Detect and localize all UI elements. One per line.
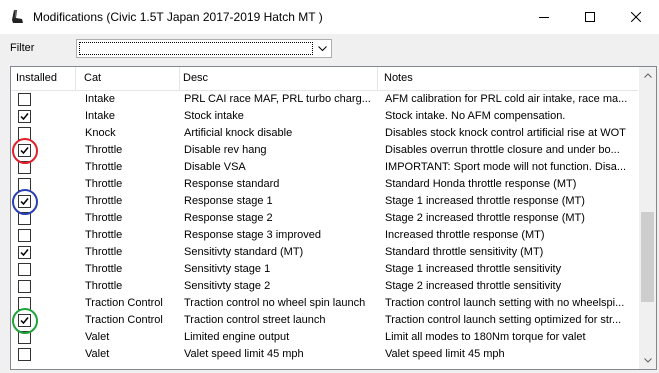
desc-cell: Valet speed limit 45 mph: [184, 348, 304, 360]
installed-checkbox[interactable]: [18, 280, 31, 293]
desc-cell: Traction control no wheel spin launch: [184, 297, 366, 309]
desc-cell: Response standard: [184, 178, 280, 190]
window-title: Modifications (Civic 1.5T Japan 2017-201…: [33, 10, 323, 24]
installed-checkbox[interactable]: [18, 348, 31, 361]
scroll-down-icon[interactable]: [639, 352, 656, 369]
checkmark-icon: [20, 113, 29, 121]
chevron-down-icon[interactable]: [314, 40, 331, 57]
desc-cell: Sensitivty stage 2: [184, 280, 271, 292]
column-header-desc[interactable]: Desc: [178, 67, 378, 90]
notes-cell: Stage 2 increased throttle sensitivity: [385, 280, 562, 292]
cat-cell: Traction Control: [85, 314, 163, 326]
table-row[interactable]: Valet Valet speed limit 45 mph Valet speed…: [11, 346, 638, 363]
desc-cell: Response stage 2: [184, 212, 273, 224]
cat-cell: Throttle: [85, 263, 123, 275]
checkmark-icon: [20, 249, 29, 257]
seat-icon: [8, 8, 26, 26]
desc-cell: Disable VSA: [184, 161, 246, 173]
vertical-scrollbar[interactable]: [639, 67, 656, 369]
table-row[interactable]: Throttle Response stage 2 Stage 2 increase…: [11, 210, 638, 227]
table-row[interactable]: Throttle Sensitivty stage 2 Stage 2 increa…: [11, 278, 638, 295]
notes-cell: Traction control launch setting optimize…: [385, 314, 622, 326]
notes-cell: Valet speed limit 45 mph: [385, 348, 505, 360]
desc-cell: Limited engine output: [184, 331, 290, 343]
notes-cell: Stock intake. No AFM compensation.: [385, 110, 566, 122]
desc-cell: Artificial knock disable: [184, 127, 293, 139]
desc-cell: Sensitivty standard (MT): [184, 246, 304, 258]
installed-checkbox[interactable]: [18, 263, 31, 276]
installed-checkbox[interactable]: [18, 93, 31, 106]
desc-cell: Traction control street launch: [184, 314, 326, 326]
close-button[interactable]: [613, 0, 659, 34]
maximize-button[interactable]: [567, 0, 613, 34]
column-header-cat[interactable]: Cat: [79, 67, 180, 90]
cat-cell: Throttle: [85, 178, 123, 190]
notes-cell: Limit all modes to 180Nm torque for vale…: [385, 331, 586, 343]
cat-cell: Throttle: [85, 280, 123, 292]
cat-cell: Intake: [85, 93, 115, 105]
desc-cell: Disable rev hang: [184, 144, 267, 156]
notes-cell: Increased throttle response (MT): [385, 229, 545, 241]
highlight-circle: [11, 307, 38, 334]
table-row[interactable]: Throttle Response stage 3 improved Increas…: [11, 227, 638, 244]
cat-cell: Throttle: [85, 229, 123, 241]
column-header-installed[interactable]: Installed: [11, 67, 76, 90]
table-row[interactable]: Traction Control Traction control no whee…: [11, 295, 638, 312]
filter-value: [79, 42, 313, 55]
table-row[interactable]: Valet Limited engine output Limit all mode…: [11, 329, 638, 346]
notes-cell: IMPORTANT: Sport mode will not function.…: [385, 161, 627, 173]
table-row[interactable]: Throttle Sensitivty standard (MT) Standard…: [11, 244, 638, 261]
notes-cell: Disables stock knock control artificial …: [385, 127, 626, 139]
table-row[interactable]: Throttle Response stage 1 Stage 1 increase…: [11, 193, 638, 210]
cat-cell: Knock: [85, 127, 116, 139]
table-row[interactable]: Throttle Response standard Standard Honda …: [11, 176, 638, 193]
notes-cell: AFM calibration for PRL cold air intake,…: [385, 93, 628, 105]
desc-cell: Stock intake: [184, 110, 244, 122]
desc-cell: Response stage 1: [184, 195, 273, 207]
notes-cell: Standard Honda throttle response (MT): [385, 178, 577, 190]
cat-cell: Intake: [85, 110, 115, 122]
cat-cell: Valet: [85, 348, 110, 360]
highlight-circle: [11, 188, 38, 215]
minimize-button[interactable]: [521, 0, 567, 34]
filter-label: Filter: [10, 42, 35, 54]
highlight-circle: [11, 137, 38, 164]
cat-cell: Throttle: [85, 161, 123, 173]
table-row[interactable]: Knock Artificial knock disable Disables st…: [11, 125, 638, 142]
notes-cell: Stage 1 increased throttle response (MT): [385, 195, 585, 207]
scrollbar-thumb[interactable]: [641, 212, 654, 303]
modifications-list: Installed Cat Desc Notes Intake PRL CAI r…: [10, 66, 657, 370]
table-row[interactable]: Throttle Disable VSA IMPORTANT: Sport mode…: [11, 159, 638, 176]
desc-cell: PRL CAI race MAF, PRL turbo charg...: [184, 93, 371, 105]
table-row[interactable]: Throttle Sensitivty stage 1 Stage 1 increa…: [11, 261, 638, 278]
table-row[interactable]: Intake PRL CAI race MAF, PRL turbo charg.…: [11, 91, 638, 108]
desc-cell: Response stage 3 improved: [184, 229, 321, 241]
cat-cell: Throttle: [85, 144, 123, 156]
notes-cell: Stage 2 increased throttle response (MT): [385, 212, 585, 224]
table-row[interactable]: Throttle Disable rev hang Disables overrun…: [11, 142, 638, 159]
desc-cell: Sensitivty stage 1: [184, 263, 271, 275]
close-icon: [631, 12, 641, 22]
cat-cell: Valet: [85, 331, 110, 343]
cat-cell: Throttle: [85, 212, 123, 224]
column-header-notes[interactable]: Notes: [379, 67, 637, 90]
installed-checkbox[interactable]: [18, 110, 31, 123]
notes-cell: Stage 1 increased throttle sensitivity: [385, 263, 562, 275]
title-bar: Modifications (Civic 1.5T Japan 2017-201…: [0, 0, 659, 34]
installed-checkbox[interactable]: [18, 246, 31, 259]
cat-cell: Throttle: [85, 195, 123, 207]
maximize-icon: [585, 12, 595, 22]
installed-checkbox[interactable]: [18, 229, 31, 242]
table-row[interactable]: Traction Control Traction control street …: [11, 312, 638, 329]
list-header: Installed Cat Desc Notes: [11, 67, 638, 91]
notes-cell: Standard throttle sensitivity (MT): [385, 246, 544, 258]
cat-cell: Traction Control: [85, 297, 163, 309]
cat-cell: Throttle: [85, 246, 123, 258]
filter-dropdown[interactable]: [76, 39, 332, 58]
table-row[interactable]: Intake Stock intake Stock intake. No AFM c…: [11, 108, 638, 125]
scroll-up-icon[interactable]: [639, 67, 656, 84]
notes-cell: Disables overrun throttle closure and un…: [385, 144, 620, 156]
notes-cell: Traction control launch setting with no …: [385, 297, 625, 309]
minimize-icon: [539, 17, 549, 18]
